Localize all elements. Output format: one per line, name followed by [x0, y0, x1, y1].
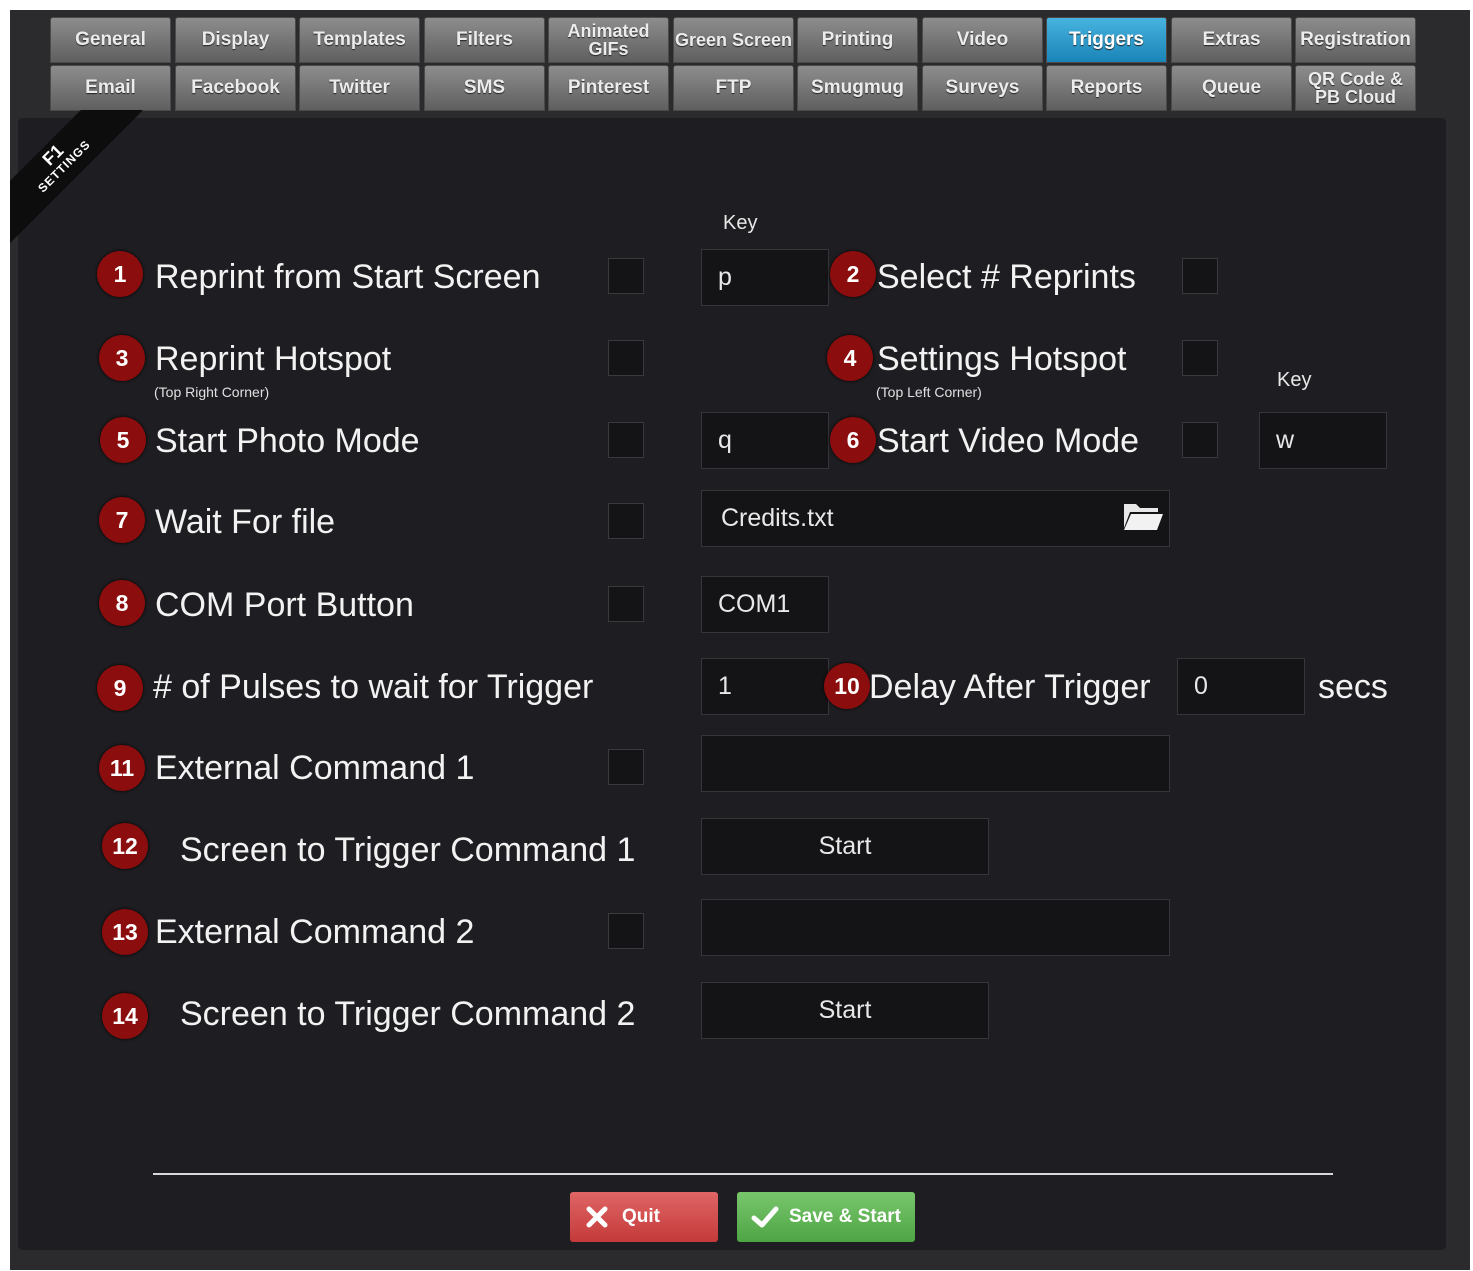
screen-trigger-command-1-label: Screen to Trigger Command 1 [180, 831, 636, 869]
row-number-badge: 1 [97, 251, 143, 297]
tab-twitter[interactable]: Twitter [299, 65, 420, 111]
reprint-hotspot-checkbox[interactable] [608, 340, 644, 376]
tab-display[interactable]: Display [175, 17, 296, 63]
pulses-input[interactable]: 1 [701, 658, 829, 715]
com-port-checkbox[interactable] [608, 586, 644, 622]
tab-registration[interactable]: Registration [1295, 17, 1416, 63]
row-number-badge: 2 [830, 251, 876, 297]
tab-filters[interactable]: Filters [424, 17, 545, 63]
wait-file-name: Credits.txt [721, 504, 834, 532]
tab-printing[interactable]: Printing [797, 17, 918, 63]
tab-triggers[interactable]: Triggers [1046, 17, 1167, 63]
video-mode-key-input[interactable]: w [1259, 412, 1387, 469]
tab-pinterest[interactable]: Pinterest [548, 65, 669, 111]
row-number-badge: 11 [99, 745, 145, 791]
start-video-mode-checkbox[interactable] [1182, 422, 1218, 458]
reprint-from-start-checkbox[interactable] [608, 258, 644, 294]
start-photo-mode-checkbox[interactable] [608, 422, 644, 458]
reprint-hotspot-sublabel: (Top Right Corner) [154, 384, 270, 400]
row-number-badge: 3 [99, 335, 145, 381]
tab-general[interactable]: General [50, 17, 171, 63]
delay-after-trigger-label: Delay After Trigger [869, 668, 1151, 706]
pulses-label: # of Pulses to wait for Trigger [153, 668, 594, 706]
row-number-badge: 14 [102, 993, 148, 1039]
wait-for-file-checkbox[interactable] [608, 503, 644, 539]
screen-trigger-command-2-label: Screen to Trigger Command 2 [180, 995, 636, 1033]
tab-facebook[interactable]: Facebook [175, 65, 296, 111]
reprint-from-start-label: Reprint from Start Screen [155, 258, 541, 296]
settings-hotspot-sublabel: (Top Left Corner) [876, 384, 982, 400]
tab-video[interactable]: Video [922, 17, 1043, 63]
row-number-badge: 5 [100, 417, 146, 463]
start-video-mode-label: Start Video Mode [877, 422, 1140, 460]
wait-file-input[interactable]: Credits.txt [701, 490, 1170, 547]
tab-sms[interactable]: SMS [424, 65, 545, 111]
row-number-badge: 9 [97, 665, 143, 711]
settings-corner-ribbon[interactable]: F1 SETTINGS [10, 110, 150, 250]
screen-trigger-command-2-select[interactable]: Start [701, 982, 989, 1039]
reprint-hotspot-label: Reprint Hotspot [155, 340, 392, 378]
row-number-badge: 10 [824, 663, 870, 709]
tab-email[interactable]: Email [50, 65, 171, 111]
key-header-right: Key [1277, 369, 1312, 391]
wait-for-file-label: Wait For file [155, 503, 336, 541]
tab-queue[interactable]: Queue [1171, 65, 1292, 111]
com-port-button-label: COM Port Button [155, 586, 414, 624]
row-number-badge: 4 [827, 335, 873, 381]
row-number-badge: 7 [99, 497, 145, 543]
tab-templates[interactable]: Templates [299, 17, 420, 63]
tab-extras[interactable]: Extras [1171, 17, 1292, 63]
reprint-key-input[interactable]: p [701, 249, 829, 306]
row-number-badge: 6 [830, 417, 876, 463]
tab-reports[interactable]: Reports [1046, 65, 1167, 111]
external-command-1-label: External Command 1 [155, 749, 475, 787]
row-number-badge: 13 [102, 909, 148, 955]
close-icon [586, 1206, 608, 1228]
delay-input[interactable]: 0 [1177, 658, 1305, 715]
tab-surveys[interactable]: Surveys [922, 65, 1043, 111]
tab-animated-gifs[interactable]: Animated GIFs [548, 17, 669, 63]
external-command-1-input[interactable] [701, 735, 1170, 792]
footer-divider [153, 1173, 1333, 1175]
tab-ftp[interactable]: FTP [673, 65, 794, 111]
save-and-start-button[interactable]: Save & Start [737, 1192, 915, 1242]
photo-mode-key-input[interactable]: q [701, 412, 829, 469]
settings-hotspot-checkbox[interactable] [1182, 340, 1218, 376]
screen-trigger-command-1-select[interactable]: Start [701, 818, 989, 875]
select-reprints-label: Select # Reprints [877, 258, 1136, 296]
com-port-input[interactable]: COM1 [701, 576, 829, 633]
settings-hotspot-label: Settings Hotspot [877, 340, 1127, 378]
external-command-1-checkbox[interactable] [608, 749, 644, 785]
delay-unit: secs [1318, 668, 1388, 706]
key-header-left: Key [723, 212, 758, 234]
row-number-badge: 12 [102, 823, 148, 869]
save-label: Save & Start [789, 1206, 901, 1227]
folder-open-icon[interactable] [1122, 500, 1164, 532]
tab-qr-code-pb-cloud[interactable]: QR Code & PB Cloud [1295, 65, 1416, 111]
select-reprints-checkbox[interactable] [1182, 258, 1218, 294]
tab-smugmug[interactable]: Smugmug [797, 65, 918, 111]
quit-label: Quit [622, 1206, 660, 1227]
checkmark-icon [751, 1206, 779, 1228]
row-number-badge: 8 [99, 580, 145, 626]
tab-green-screen[interactable]: Green Screen [673, 17, 794, 63]
start-photo-mode-label: Start Photo Mode [155, 422, 420, 460]
external-command-2-checkbox[interactable] [608, 913, 644, 949]
external-command-2-label: External Command 2 [155, 913, 475, 951]
external-command-2-input[interactable] [701, 899, 1170, 956]
quit-button[interactable]: Quit [570, 1192, 718, 1242]
